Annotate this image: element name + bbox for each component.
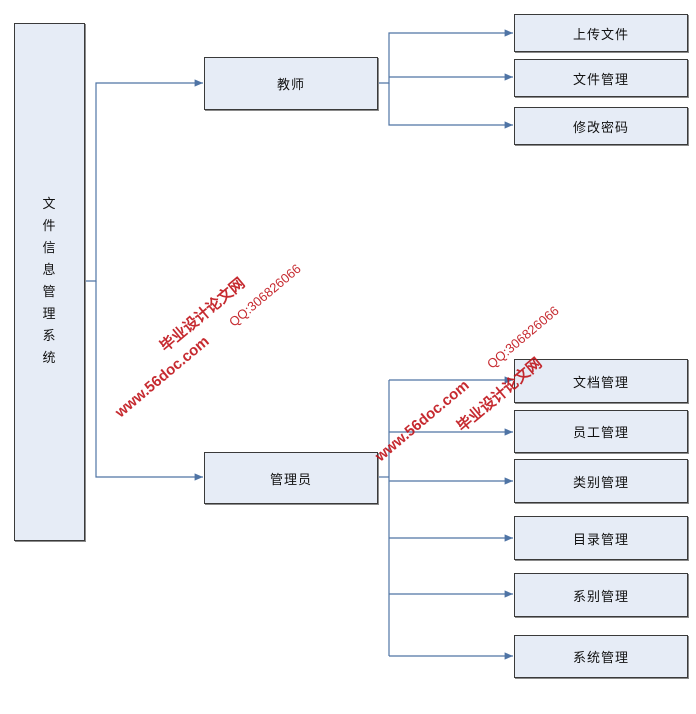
root-node: 文 件 信 息 管 理 系 统 — [14, 23, 85, 541]
teacher-child: 修改密码 — [514, 107, 688, 145]
role-admin: 管理员 — [204, 452, 378, 504]
root-char: 统 — [42, 351, 57, 366]
admin-child: 目录管理 — [514, 516, 688, 560]
root-char: 理 — [42, 307, 57, 322]
root-char: 管 — [42, 285, 57, 300]
connector-teacher — [377, 29, 513, 84]
admin-child: 系统管理 — [514, 635, 688, 678]
root-char: 信 — [42, 241, 57, 256]
teacher-child: 文件管理 — [514, 59, 688, 97]
teacher-child: 上传文件 — [514, 14, 688, 52]
role-teacher: 教师 — [204, 57, 378, 110]
root-char: 息 — [42, 263, 57, 278]
admin-child: 员工管理 — [514, 410, 688, 453]
root-char: 系 — [42, 329, 57, 344]
root-char: 文 — [42, 197, 57, 212]
connector-root — [84, 79, 203, 282]
root-char: 件 — [42, 219, 57, 234]
admin-child: 系别管理 — [514, 573, 688, 617]
admin-child: 类别管理 — [514, 459, 688, 503]
